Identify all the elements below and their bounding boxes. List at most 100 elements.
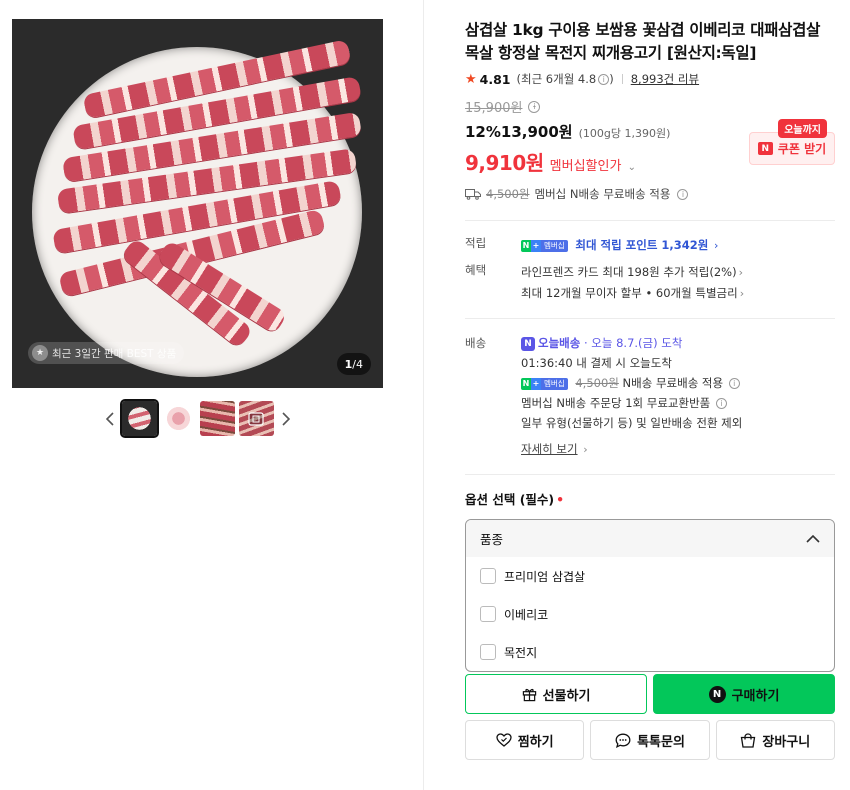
today-delivery-date: · 오늘 8.7.(금) 도착 [583,336,683,350]
main-product-image[interactable]: ★ 최근 3일간 판매 BEST 상품 1 /4 [12,19,383,388]
thumb-prev-button[interactable] [102,407,118,431]
chat-bubble-icon [615,733,631,748]
coupon-area: 오늘까지 N 쿠폰 받기 [749,119,835,165]
info-icon[interactable]: i [715,398,727,409]
divider [465,220,835,221]
perk-installment-line[interactable]: 최대 12개월 무이자 할부 • 60개월 특별금리 › [521,283,835,304]
delivery-label: 배송 [465,336,487,350]
product-gallery: ★ 최근 3일간 판매 BEST 상품 1 /4 [12,19,383,438]
today-delivery-line: N 오늘배송 · 오늘 8.7.(금) 도착 [521,333,835,353]
max-points-link: 최대 적립 포인트 1,342원 [575,238,709,252]
delivery-fee-line: N + 멤버십 4,500원 N배송 무료배송 적용 i [521,373,835,393]
shipping-fee-text: 멤버십 N배송 무료배송 적용 [534,187,671,201]
buy-button[interactable]: N 구매하기 [653,674,835,714]
option-item[interactable]: 프리미엄 삼겹살 [466,557,834,595]
best-seller-badge: ★ 최근 3일간 판매 BEST 상품 [28,342,185,364]
membership-text: 멤버십 [541,239,568,252]
info-icon[interactable]: i [728,378,740,389]
chevron-down-icon: ⌄ [627,162,636,173]
points-body: N + 멤버십 최대 적립 포인트 1,342원 › [521,235,835,256]
naver-plus-membership-badge: N + 멤버십 [521,239,568,252]
sale-price: 13,900원 [500,123,573,141]
video-icon-wrap [239,401,274,436]
option-label-text: 옵션 선택 (필수) [465,492,555,507]
price-group: 12%13,900원 [465,121,573,142]
points-row: 적립 N + 멤버십 최대 적립 포인트 1,342원 › [465,235,835,256]
option-item-label: 목전지 [504,645,538,660]
thumbnail-meat [121,401,157,436]
column-divider [423,0,424,790]
price-info-icon[interactable]: i [528,100,541,113]
talk-inquiry-label: 톡톡문의 [637,734,685,750]
option-select: 품종 프리미엄 삼겹살 이베리코 목전지 [465,519,835,672]
perk-card-text: 라인프렌즈 카드 최대 198원 추가 적립(2%) [521,265,737,279]
divider [465,318,835,319]
chevron-right-icon: › [739,287,745,300]
thumb-next-button[interactable] [278,407,294,431]
thumbnail-image [160,401,196,436]
cart-button[interactable]: 장바구니 [715,720,835,760]
option-item-label: 프리미엄 삼겹살 [504,569,586,584]
cart-label: 장바구니 [762,734,811,750]
option-select-title: 품종 [480,532,504,547]
product-info: 삼겹살 1kg 구이용 보쌈용 꽃삼겹 이베리코 대패삼겹살 목살 항정살 목전… [465,19,835,760]
rating-recent-close: ) [609,72,614,86]
plus-icon: + [531,239,541,252]
original-price-row: 15,900원 i [465,97,835,116]
option-checkbox[interactable] [480,568,496,584]
truck-icon [465,189,481,200]
delivery-body: N 오늘배송 · 오늘 8.7.(금) 도착 01:36:40 내 결제 시 오늘… [521,333,835,460]
counter-total: /4 [352,357,363,371]
details-link-line[interactable]: 자세히 보기 › [521,439,835,460]
member-price-label: 멤버십할인가 ⌄ [550,155,636,174]
delivery-fee-original: 4,500원 [575,376,619,390]
points-label: 적립 [465,236,487,250]
shopping-bag-icon [741,732,756,748]
delivery-note: 일부 유형(선물하기 등) 및 일반배송 전환 제외 [521,416,743,430]
option-section-label: 옵션 선택 (필수) • [465,489,835,508]
info-icon[interactable]: i [677,188,689,200]
delivery-fee-text: N배송 무료배송 적용 [622,376,724,390]
naver-n-icon: N [521,377,531,390]
coupon-deadline-tag: 오늘까지 [778,119,827,138]
primary-actions: 선물하기 N 구매하기 [465,674,835,714]
wishlist-button[interactable]: 찜하기 [465,720,585,760]
shipping-fee-original: 4,500원 [486,187,530,201]
rating-row: ★ 4.81 (최근 6개월 4.8 i ) 8,993건 리뷰 [465,71,835,87]
naver-plus-membership-badge: N + 멤버십 [521,377,568,390]
perks-body: 라인프렌즈 카드 최대 198원 추가 적립(2%) › 최대 12개월 무이자 … [521,262,835,304]
product-title: 삼겹살 1kg 구이용 보쌈용 꽃삼겹 이베리코 대패삼겹살 목살 항정살 목전… [465,21,821,62]
info-icon[interactable]: i [598,73,610,85]
best-seller-text: 최근 3일간 판매 BEST 상품 [52,347,177,360]
wishlist-label: 찜하기 [517,734,554,750]
counter-current: 1 [344,357,353,371]
reviews-link[interactable]: 8,993건 리뷰 [631,71,699,87]
plus-icon: + [531,377,541,390]
option-checkbox[interactable] [480,606,496,622]
membership-text: 멤버십 [541,377,568,390]
thumbnail-1[interactable] [119,399,159,438]
perk-card-line[interactable]: 라인프렌즈 카드 최대 198원 추가 적립(2%) › [521,262,835,283]
delivery-cutoff: 01:36:40 내 결제 시 오늘도착 [521,356,672,370]
option-select-header[interactable]: 품종 [466,520,834,557]
points-line[interactable]: N + 멤버십 최대 적립 포인트 1,342원 › [521,235,835,256]
today-delivery-badge: N 오늘배송 [521,336,581,351]
gift-icon [522,688,536,701]
thumbnail-3[interactable] [199,401,235,436]
exchange-text: 멤버십 N배송 주문당 1회 무료교환반품 [521,396,711,410]
option-item[interactable]: 이베리코 [466,595,834,633]
heart-check-icon [496,733,512,747]
option-checkbox[interactable] [480,644,496,660]
discount-rate: 12% [465,123,501,141]
unit-price: (100g당 1,390원) [578,127,671,140]
gift-button[interactable]: 선물하기 [465,674,647,714]
delivery-row: 배송 N 오늘배송 · 오늘 8.7.(금) 도착 01:36:40 내 결제 시… [465,333,835,460]
today-delivery-name: 오늘배송 [538,336,581,350]
talk-inquiry-button[interactable]: 톡톡문의 [590,720,710,760]
chevron-up-icon [806,534,820,543]
thumbnail-2[interactable] [160,401,196,436]
option-item[interactable]: 목전지 [466,633,834,671]
today-delivery-icon: N [521,336,535,351]
coupon-label: 쿠폰 받기 [777,142,827,156]
thumbnail-4[interactable] [238,401,274,436]
